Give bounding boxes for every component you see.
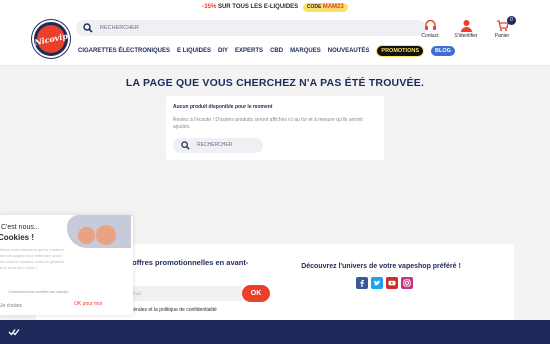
promo-code: MAM23 xyxy=(322,4,344,10)
site-logo[interactable]: Nicovip xyxy=(32,20,70,58)
nav-item-marques[interactable]: MARQUES xyxy=(290,48,321,54)
search-placeholder: RECHERCHER xyxy=(100,25,139,31)
site-header: Nicovip RECHERCHER Contact S'identifier … xyxy=(0,14,550,66)
nav-item-nouveautes[interactable]: NOUVEAUTÉS xyxy=(328,48,370,54)
cookie-settings-icon[interactable] xyxy=(8,327,20,337)
instagram-icon[interactable] xyxy=(401,277,413,289)
main-nav: CIGARETTES ÉLECTRONIQUES E LIQUIDES DIY … xyxy=(78,45,455,57)
cookie-certified-text: Consentements certifiés par axeptio xyxy=(8,290,69,294)
contact-label: Contact xyxy=(421,33,439,39)
cookie-accept-button[interactable]: OK pour moi xyxy=(74,301,102,307)
cookie-title-line1: C'est nous... xyxy=(1,224,40,231)
login-label: S'identifier xyxy=(454,33,478,39)
social-title: Découvrez l'univers de votre vapeshop pr… xyxy=(301,263,461,270)
not-found-card: Aucun produit disponible pour le moment … xyxy=(166,96,384,160)
cookie-title-line2: Cookies ! xyxy=(0,233,35,242)
user-icon xyxy=(460,20,472,32)
promo-text: SUR TOUS LES E-LIQUIDES xyxy=(217,4,299,10)
nav-item-diy[interactable]: DIY xyxy=(218,48,228,54)
cart-count-badge: 0 xyxy=(507,16,516,25)
nav-item-cbd[interactable]: CBD xyxy=(270,48,283,54)
cookie-body-text: Nous nous assurons que le contenu de nos… xyxy=(0,247,64,270)
cookie-icon xyxy=(96,225,116,245)
promo-discount: -35% xyxy=(202,4,217,10)
page-title: LA PAGE QUE VOUS CHERCHEZ N'A PAS ÉTÉ TR… xyxy=(125,77,425,89)
nav-item-promotions[interactable]: PROMOTIONS xyxy=(376,45,424,57)
login-button[interactable]: S'identifier xyxy=(454,19,478,49)
card-search-input[interactable]: RECHERCHER xyxy=(173,138,263,153)
cookie-choose-button[interactable]: Je choisis xyxy=(0,303,22,309)
search-icon[interactable] xyxy=(181,141,190,150)
card-search-placeholder: RECHERCHER xyxy=(197,142,233,148)
newsletter-ok-button[interactable]: OK xyxy=(242,285,270,302)
header-search-input[interactable]: RECHERCHER xyxy=(76,20,426,36)
cart-button[interactable]: 0 Panier xyxy=(490,16,516,49)
cookie-consent-popup: C'est nous... Cookies ! Nous nous assuro… xyxy=(0,215,133,315)
footer-bar xyxy=(0,320,550,344)
cart-label: Panier xyxy=(494,33,510,39)
card-text: Restez à l'écoute ! D'autres produits se… xyxy=(173,117,363,130)
social-links xyxy=(356,277,413,289)
nav-item-experts[interactable]: EXPERTS xyxy=(235,48,263,54)
headset-icon xyxy=(424,19,436,30)
promo-banner[interactable]: -35% SUR TOUS LES E-LIQUIDES CODE MAM23 xyxy=(0,0,550,14)
cookie-icon xyxy=(78,227,95,244)
card-heading: Aucun produit disponible pour le moment xyxy=(173,104,273,110)
promo-code-label: CODE xyxy=(306,4,322,10)
nav-item-cigarettes[interactable]: CIGARETTES ÉLECTRONIQUES xyxy=(78,48,170,54)
promo-code-badge: CODE MAM23 xyxy=(302,3,348,12)
nav-item-blog[interactable]: BLOG xyxy=(431,46,455,56)
twitter-icon[interactable] xyxy=(371,277,383,289)
youtube-icon[interactable] xyxy=(386,277,398,289)
facebook-icon[interactable] xyxy=(356,277,368,289)
nav-item-eliquides[interactable]: E LIQUIDES xyxy=(177,48,211,54)
search-icon[interactable] xyxy=(83,23,93,33)
